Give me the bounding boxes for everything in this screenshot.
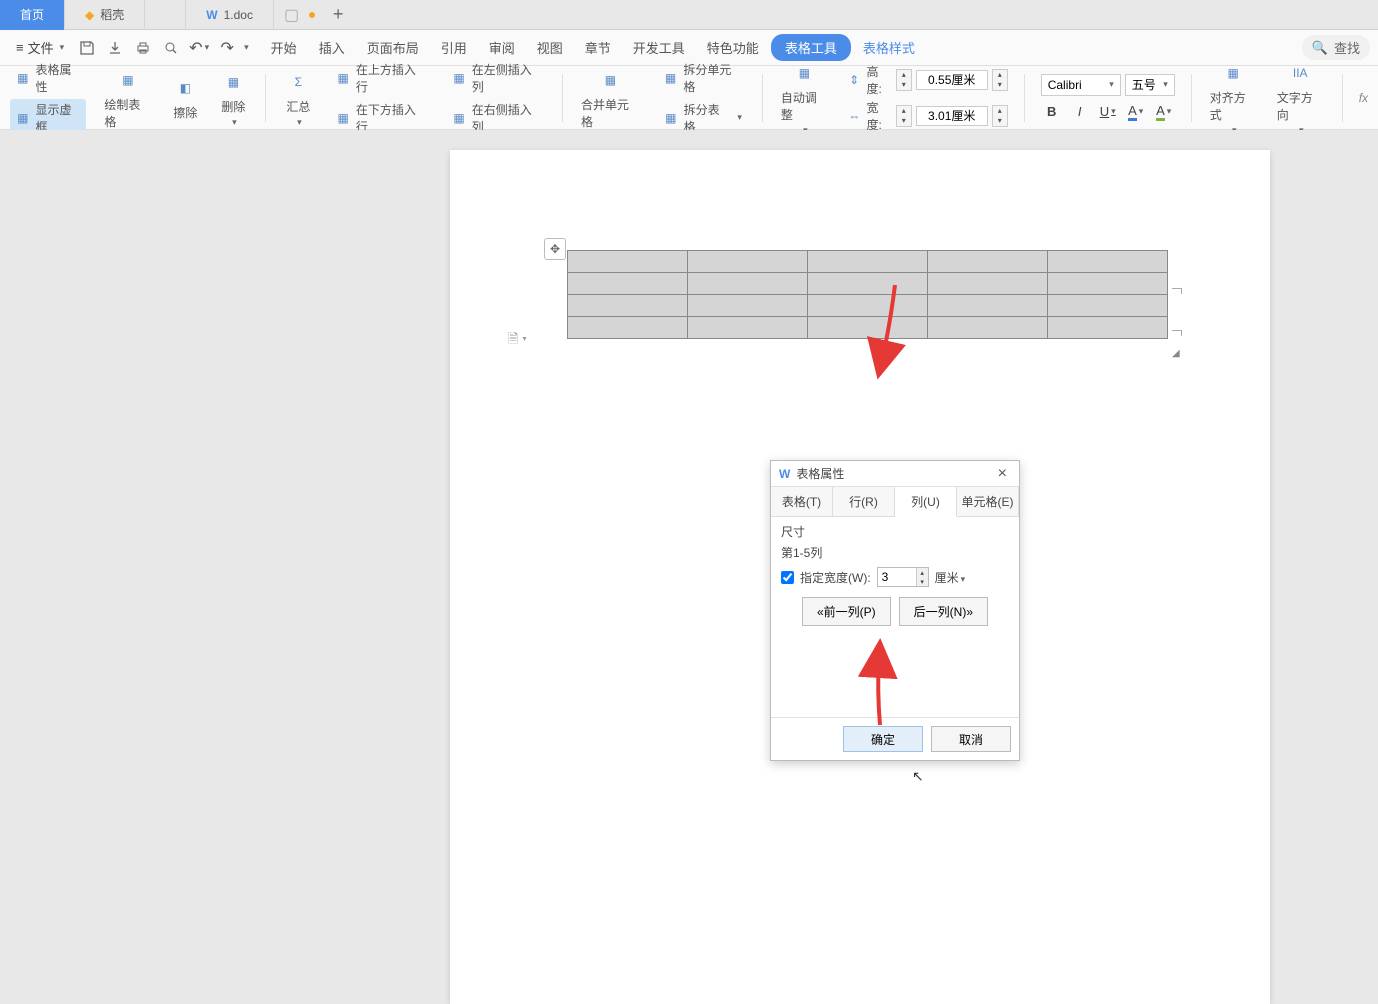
monitor-icon: ▢ [284, 5, 299, 25]
row-above-icon: ▦ [334, 69, 352, 87]
redo-icon[interactable]: ↷ [214, 35, 240, 61]
table-properties-dialog: W 表格属性 × 表格(T) 行(R) 列(U) 单元格(E) 尺寸 第1-5列… [770, 460, 1020, 761]
width-unit-select[interactable]: 厘米▾ [935, 569, 966, 586]
bold-button[interactable]: B [1041, 102, 1063, 122]
resize-marks [1172, 288, 1184, 348]
tab-doc[interactable]: W 1.doc [185, 0, 274, 30]
tab-home[interactable]: 首页 [0, 0, 65, 30]
page-break-icon: 🗎 ▾ [508, 330, 527, 352]
align-button[interactable]: ▦对齐方式▾ [1204, 55, 1263, 140]
dialog-titlebar[interactable]: W 表格属性 × [771, 461, 1019, 487]
table-resize-handle[interactable]: ◢ [1172, 348, 1180, 359]
erase-button[interactable]: ◧擦除 [165, 70, 205, 125]
pencil-grid-icon: ▦ [114, 66, 142, 94]
dialog-tab-col[interactable]: 列(U) [895, 487, 957, 517]
canvas-area: ✥ 🗎 ▾ ◢ W 表格属性 × 表格(T) 行(R) 列(U) 单元格(E) … [0, 130, 1378, 1004]
split-cells-button[interactable]: ▦拆分单元格 [658, 59, 746, 97]
specify-width-label: 指定宽度(W): [800, 569, 871, 586]
prev-col-button[interactable]: «前一列(P) [802, 597, 891, 626]
width-icon: ⇔ [846, 107, 863, 125]
undo-icon[interactable]: ↶▾ [186, 35, 212, 61]
next-col-button[interactable]: 后一列(N)» [899, 597, 988, 626]
dialog-close-button[interactable]: × [994, 465, 1011, 483]
tab-status: ▢ [284, 5, 315, 25]
auto-adjust-button[interactable]: ▦自动调整▾ [775, 55, 834, 140]
hamburger-icon: ≡ [16, 40, 24, 55]
qat-more-icon[interactable]: ▾ [244, 42, 249, 53]
auto-fit-icon: ▦ [790, 59, 818, 87]
search-icon: 🔍 [1312, 40, 1328, 56]
summary-button[interactable]: Σ汇总▾ [278, 64, 318, 132]
col-left-icon: ▦ [450, 69, 468, 87]
highlight-button[interactable]: A▾ [1153, 102, 1175, 122]
cancel-button[interactable]: 取消 [931, 726, 1011, 752]
ribbon: ▦表格属性 ▦显示虚框 ▦绘制表格 ◧擦除 ▦删除▾ Σ汇总▾ ▦在上方插入行 … [0, 66, 1378, 130]
col-width-input[interactable]: ⇔ 宽度: ▴▾ ▴▾ [846, 99, 1008, 133]
print-icon[interactable] [130, 35, 156, 61]
row-height-input[interactable]: ⇕ 高度: ▴▾ ▴▾ [846, 63, 1008, 97]
delete-button[interactable]: ▦删除▾ [213, 64, 253, 132]
preview-icon[interactable] [158, 35, 184, 61]
insert-col-left[interactable]: ▦在左侧插入列 [446, 59, 546, 97]
split-cell-icon: ▦ [662, 69, 680, 87]
width-value-input[interactable]: ▴▾ [877, 567, 929, 587]
spin-up-icon[interactable]: ▴ [916, 568, 928, 577]
word-icon: W [779, 467, 790, 481]
fire-icon: ◆ [85, 8, 94, 22]
unsaved-dot-icon [309, 12, 315, 18]
table-move-handle[interactable]: ✥ [544, 238, 566, 260]
menu-start[interactable]: 开始 [261, 32, 307, 63]
align-icon: ▦ [1219, 59, 1247, 87]
merge-cells-button[interactable]: ▦合并单元格 [575, 62, 646, 134]
col-range-label: 第1-5列 [781, 544, 1009, 561]
menu-chapter[interactable]: 章节 [575, 32, 621, 63]
dialog-title-text: 表格属性 [796, 465, 844, 482]
italic-button[interactable]: I [1069, 102, 1091, 122]
formula-button[interactable]: fx [1355, 89, 1372, 107]
underline-button[interactable]: U▾ [1097, 102, 1119, 122]
document-table[interactable] [567, 250, 1168, 339]
font-family-select[interactable]: Calibri▾ [1041, 74, 1121, 96]
word-icon: W [206, 8, 217, 22]
height-icon: ⇕ [846, 71, 863, 89]
file-menu[interactable]: ≡ 文件 ▾ [8, 34, 72, 61]
spin-down-icon[interactable]: ▾ [916, 577, 928, 586]
insert-row-above[interactable]: ▦在上方插入行 [330, 59, 430, 97]
grid-icon: ▦ [14, 69, 32, 87]
text-dir-icon: IIA [1286, 59, 1314, 87]
chevron-down-icon: ▾ [60, 42, 65, 53]
text-dir-button[interactable]: IIA文字方向▾ [1271, 55, 1330, 140]
eraser-icon: ◧ [171, 74, 199, 102]
tab-bar: 首页 ◆ 稻壳 W 1.doc ▢ + [0, 0, 1378, 30]
tab-daoke[interactable]: ◆ 稻壳 [65, 0, 145, 30]
row-below-icon: ▦ [334, 109, 352, 127]
font-size-select[interactable]: 五号▾ [1125, 74, 1175, 96]
sum-icon: Σ [284, 68, 312, 96]
menu-table-style[interactable]: 表格样式 [853, 32, 925, 63]
draw-table-button[interactable]: ▦绘制表格 [98, 62, 157, 134]
col-right-icon: ▦ [450, 109, 468, 127]
ok-button[interactable]: 确定 [843, 726, 923, 752]
dialog-tab-table[interactable]: 表格(T) [771, 487, 833, 516]
dialog-tab-row[interactable]: 行(R) [833, 487, 895, 516]
table-props-button[interactable]: ▦表格属性 [10, 59, 86, 97]
frame-icon: ▦ [14, 109, 32, 127]
export-icon[interactable] [102, 35, 128, 61]
delete-grid-icon: ▦ [219, 68, 247, 96]
dialog-tab-cell[interactable]: 单元格(E) [957, 487, 1019, 516]
tab-add-button[interactable]: + [323, 0, 353, 30]
merge-icon: ▦ [596, 66, 624, 94]
specify-width-checkbox[interactable] [781, 571, 794, 584]
split-table-icon: ▦ [662, 109, 680, 127]
save-icon[interactable] [74, 35, 100, 61]
font-color-button[interactable]: A▾ [1125, 102, 1147, 122]
size-section-label: 尺寸 [781, 523, 1009, 540]
